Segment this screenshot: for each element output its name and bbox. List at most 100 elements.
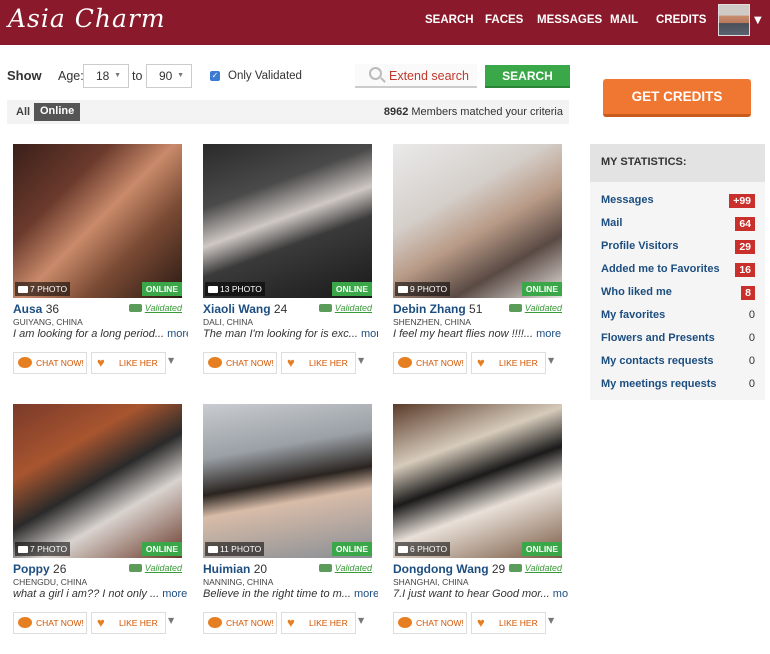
profile-photo[interactable]: 9 PHOTO ONLINE xyxy=(393,144,562,298)
profile-card[interactable]: 13 PHOTO ONLINE Xiaoli Wang 24 Validated… xyxy=(197,142,380,392)
more-link[interactable]: more xyxy=(354,588,378,600)
stat-count: 0 xyxy=(748,309,755,321)
profile-name-text[interactable]: Debin Zhang xyxy=(393,302,466,316)
like-her-button[interactable]: ♥ LIKE HER xyxy=(471,352,546,374)
stat-label[interactable]: My favorites xyxy=(601,309,665,321)
chat-now-button[interactable]: CHAT NOW! xyxy=(203,612,277,634)
stat-row[interactable]: My meetings requests 0 xyxy=(601,378,755,394)
more-link[interactable]: more xyxy=(536,328,561,340)
profile-age: 20 xyxy=(253,562,268,576)
chevron-down-icon[interactable]: ▼ xyxy=(548,616,554,625)
stat-row[interactable]: Flowers and Presents 0 xyxy=(601,332,755,348)
chat-now-button[interactable]: CHAT NOW! xyxy=(13,352,87,374)
more-link[interactable]: more xyxy=(361,328,378,340)
stat-label[interactable]: My contacts requests xyxy=(601,355,713,367)
validated-label[interactable]: Validated xyxy=(335,563,372,573)
chevron-down-icon[interactable]: ▼ xyxy=(168,356,174,365)
filter-all-tab[interactable]: All xyxy=(16,106,30,118)
chevron-down-icon[interactable]: ▼ xyxy=(754,15,762,26)
like-her-button[interactable]: ♥ LIKE HER xyxy=(91,612,166,634)
get-credits-button[interactable]: GET CREDITS xyxy=(603,79,751,117)
validated-label[interactable]: Validated xyxy=(525,303,562,313)
filter-online-tab[interactable]: Online xyxy=(34,103,81,121)
chevron-down-icon[interactable]: ▼ xyxy=(548,356,554,365)
profile-name[interactable]: Huimian 20 xyxy=(203,562,267,576)
stat-label[interactable]: Mail xyxy=(601,217,622,229)
stat-count: 0 xyxy=(748,332,755,344)
chevron-down-icon[interactable]: ▼ xyxy=(168,616,174,625)
more-link[interactable]: more xyxy=(162,588,187,600)
stat-label[interactable]: Flowers and Presents xyxy=(601,332,715,344)
validated-label[interactable]: Validated xyxy=(525,563,562,573)
stat-label[interactable]: Profile Visitors xyxy=(601,240,678,252)
like-her-button[interactable]: ♥ LIKE HER xyxy=(91,352,166,374)
profile-card[interactable]: 7 PHOTO ONLINE Ausa 36 Validated GUIYANG… xyxy=(7,142,190,392)
validated-badge[interactable]: Validated xyxy=(318,303,372,313)
site-logo[interactable]: Asia Charm xyxy=(8,4,166,33)
nav-credits[interactable]: CREDITS xyxy=(656,14,706,26)
profile-name-text[interactable]: Poppy xyxy=(13,562,50,576)
validated-badge[interactable]: Validated xyxy=(508,303,562,313)
profile-photo[interactable]: 6 PHOTO ONLINE xyxy=(393,404,562,558)
age-from-select[interactable]: 18 ▼ xyxy=(83,64,129,88)
profile-name-text[interactable]: Huimian xyxy=(203,562,250,576)
validated-label[interactable]: Validated xyxy=(145,303,182,313)
stat-row[interactable]: Mail 64 xyxy=(601,217,755,233)
nav-search[interactable]: SEARCH xyxy=(425,14,474,26)
stat-row[interactable]: My favorites 0 xyxy=(601,309,755,325)
profile-photo[interactable]: 13 PHOTO ONLINE xyxy=(203,144,372,298)
chevron-down-icon: ▼ xyxy=(114,72,121,79)
validated-badge[interactable]: Validated xyxy=(318,563,372,573)
stat-label[interactable]: Added me to Favorites xyxy=(601,263,720,275)
stat-label[interactable]: Who liked me xyxy=(601,286,672,298)
profile-card[interactable]: 9 PHOTO ONLINE Debin Zhang 51 Validated … xyxy=(387,142,570,392)
only-validated-checkbox[interactable]: ✓ xyxy=(210,71,220,81)
extend-search-button[interactable]: Extend search xyxy=(355,64,477,88)
stat-row[interactable]: My contacts requests 0 xyxy=(601,355,755,371)
chevron-down-icon[interactable]: ▼ xyxy=(358,356,364,365)
profile-card[interactable]: 7 PHOTO ONLINE Poppy 26 Validated CHENGD… xyxy=(7,402,190,652)
profile-card[interactable]: 6 PHOTO ONLINE Dongdong Wang 29 Validate… xyxy=(387,402,570,652)
more-link[interactable]: more xyxy=(553,588,568,600)
profile-name-text[interactable]: Ausa xyxy=(13,302,42,316)
profile-photo[interactable]: 11 PHOTO ONLINE xyxy=(203,404,372,558)
chat-now-button[interactable]: CHAT NOW! xyxy=(393,612,467,634)
chat-now-button[interactable]: CHAT NOW! xyxy=(393,352,467,374)
like-her-button[interactable]: ♥ LIKE HER xyxy=(281,612,356,634)
nav-mail[interactable]: MAIL xyxy=(610,14,638,26)
chat-now-button[interactable]: CHAT NOW! xyxy=(203,352,277,374)
profile-name-text[interactable]: Dongdong Wang xyxy=(393,562,489,576)
profile-name[interactable]: Xiaoli Wang 24 xyxy=(203,302,287,316)
like-her-button[interactable]: ♥ LIKE HER xyxy=(471,612,546,634)
stat-row[interactable]: Profile Visitors 29 xyxy=(601,240,755,256)
profile-photo[interactable]: 7 PHOTO ONLINE xyxy=(13,144,182,298)
search-button[interactable]: SEARCH xyxy=(485,65,570,88)
validated-badge[interactable]: Validated xyxy=(508,563,562,573)
nav-messages[interactable]: MESSAGES xyxy=(537,14,602,26)
more-link[interactable]: more xyxy=(167,328,188,340)
profile-name[interactable]: Ausa 36 xyxy=(13,302,59,316)
chat-now-button[interactable]: CHAT NOW! xyxy=(13,612,87,634)
profile-name[interactable]: Dongdong Wang 29 xyxy=(393,562,505,576)
validated-badge[interactable]: Validated xyxy=(128,563,182,573)
stat-row[interactable]: Messages +99 xyxy=(601,194,755,210)
age-to-select[interactable]: 90 ▼ xyxy=(146,64,192,88)
chevron-down-icon[interactable]: ▼ xyxy=(358,616,364,625)
profile-card[interactable]: 11 PHOTO ONLINE Huimian 20 Validated NAN… xyxy=(197,402,380,652)
validated-label[interactable]: Validated xyxy=(335,303,372,313)
like-her-button[interactable]: ♥ LIKE HER xyxy=(281,352,356,374)
user-avatar[interactable] xyxy=(718,4,750,36)
profile-name[interactable]: Debin Zhang 51 xyxy=(393,302,482,316)
validated-label[interactable]: Validated xyxy=(145,563,182,573)
chat-icon xyxy=(398,617,412,628)
only-validated-label[interactable]: Only Validated xyxy=(228,70,302,82)
stat-row[interactable]: Added me to Favorites 16 xyxy=(601,263,755,279)
nav-faces[interactable]: FACES xyxy=(485,14,523,26)
stat-label[interactable]: My meetings requests xyxy=(601,378,717,390)
validated-badge[interactable]: Validated xyxy=(128,303,182,313)
stat-row[interactable]: Who liked me 8 xyxy=(601,286,755,302)
profile-name[interactable]: Poppy 26 xyxy=(13,562,66,576)
profile-photo[interactable]: 7 PHOTO ONLINE xyxy=(13,404,182,558)
stat-label[interactable]: Messages xyxy=(601,194,654,206)
profile-name-text[interactable]: Xiaoli Wang xyxy=(203,302,271,316)
